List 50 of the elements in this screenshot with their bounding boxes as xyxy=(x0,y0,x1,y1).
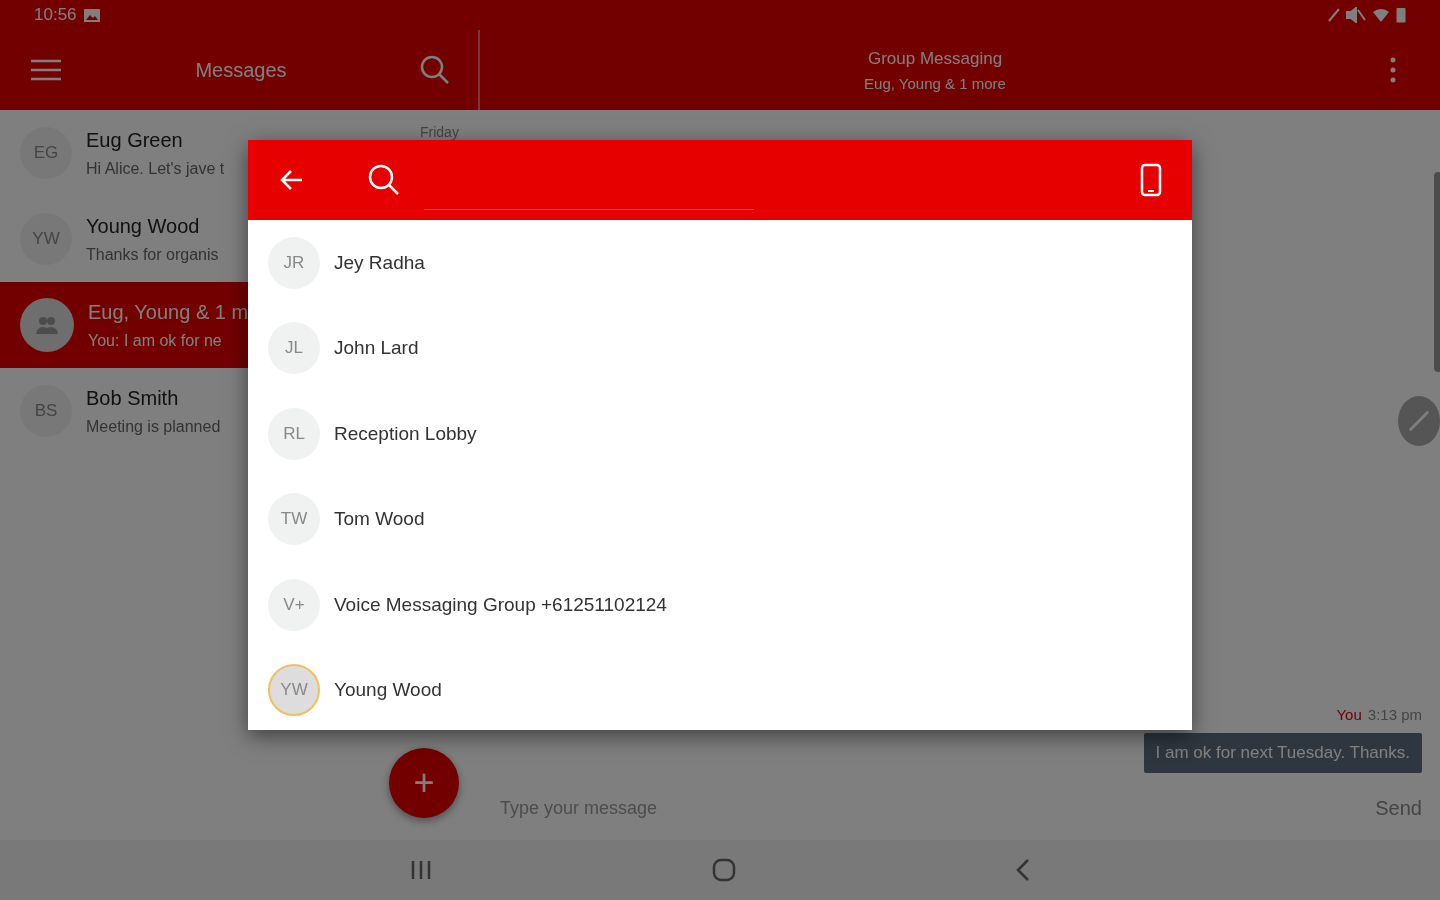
back-icon[interactable] xyxy=(1016,858,1030,882)
status-time: 10:56 xyxy=(34,5,77,25)
conversation-preview: Meeting is planned xyxy=(86,417,221,436)
search-icon[interactable] xyxy=(420,55,450,85)
home-icon[interactable] xyxy=(712,858,736,882)
scroll-handle[interactable] xyxy=(1434,172,1440,372)
conversation-preview: Hi Alice. Let's jave t xyxy=(86,159,225,178)
contact-name: John Lard xyxy=(334,337,419,360)
conversation-preview: You: I am ok for ne xyxy=(88,331,223,350)
search-icon xyxy=(368,164,400,196)
recent-apps-icon[interactable] xyxy=(410,859,432,881)
edit-button[interactable] xyxy=(1398,396,1440,446)
avatar: V+ xyxy=(268,578,320,631)
conversation-name: Eug Green xyxy=(86,128,184,152)
contact-name: Tom Wood xyxy=(334,508,425,531)
chat-title: Group Messaging xyxy=(867,48,1003,69)
phone-icon[interactable] xyxy=(1140,163,1162,197)
conversation-time: Friday xyxy=(420,124,459,140)
menu-icon[interactable] xyxy=(30,59,62,81)
contact-name: Young Wood xyxy=(334,679,442,702)
conversation-name: Young Wood xyxy=(86,214,201,238)
image-icon xyxy=(82,7,101,23)
message-time: 3:13 pm xyxy=(1367,706,1422,723)
message-sender: You xyxy=(1336,706,1362,723)
pen-icon xyxy=(1328,8,1340,22)
group-icon xyxy=(35,315,59,335)
avatar: RL xyxy=(268,407,320,460)
more-options-icon[interactable] xyxy=(1390,57,1396,83)
mute-icon xyxy=(1346,7,1366,23)
contact-item[interactable]: TW Tom Wood xyxy=(248,476,1192,562)
contact-name: Reception Lobby xyxy=(334,422,477,445)
pencil-icon xyxy=(1408,410,1430,432)
contact-item[interactable]: RL Reception Lobby xyxy=(248,391,1192,477)
battery-icon xyxy=(1396,7,1406,23)
list-title: Messages xyxy=(195,58,287,82)
back-arrow-icon[interactable] xyxy=(280,169,304,191)
contact-name: Jey Radha xyxy=(334,251,425,274)
contact-item[interactable]: YW Young Wood xyxy=(248,647,1192,733)
wifi-icon xyxy=(1372,8,1390,22)
contact-name: Voice Messaging Group +61251102124 xyxy=(334,593,667,616)
conversation-name: Bob Smith xyxy=(86,386,180,410)
message-bubble: I am ok for next Tuesday. Thanks. xyxy=(1143,733,1422,773)
avatar: YW xyxy=(268,664,320,717)
avatar: TW xyxy=(268,493,320,546)
contact-item[interactable]: V+ Voice Messaging Group +61251102124 xyxy=(248,562,1192,648)
chat-subtitle: Eug, Young & 1 more xyxy=(864,74,1006,92)
avatar: JL xyxy=(268,322,320,375)
avatar: JR xyxy=(268,236,320,289)
conversation-name: Eug, Young & 1 m xyxy=(88,300,249,324)
conversation-preview: Thanks for organis xyxy=(86,245,219,264)
